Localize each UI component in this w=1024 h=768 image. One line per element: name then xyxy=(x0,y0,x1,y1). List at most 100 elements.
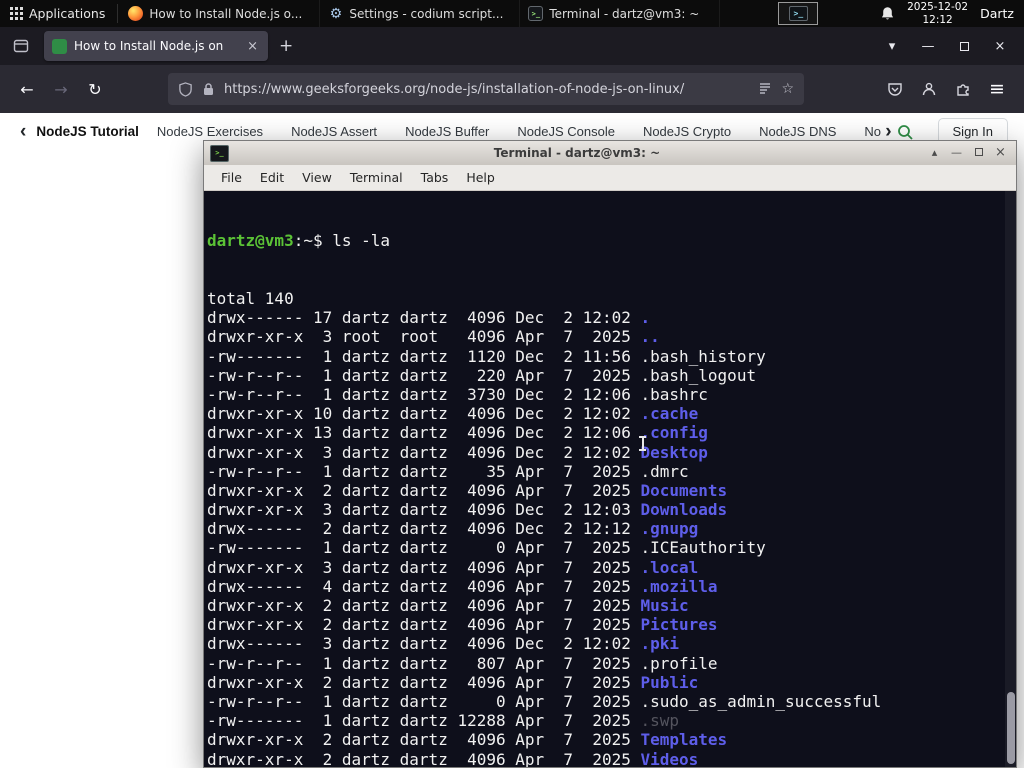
terminal-minimize-button[interactable]: — xyxy=(947,142,966,164)
url-bar[interactable]: https://www.geeksforgeeks.org/node-js/in… xyxy=(168,73,804,105)
site-nav-link[interactable]: NodeJS Exercises xyxy=(157,124,263,139)
list-all-tabs-chevron-icon[interactable]: ▾ xyxy=(874,27,910,65)
browser-tab-active[interactable]: How to Install Node.js on × xyxy=(44,31,268,61)
site-nav-link[interactable]: NodeJS Crypto xyxy=(643,124,731,139)
terminal-output-line: drwxr-xr-x 3 dartz dartz 4096 Dec 2 12:0… xyxy=(207,442,708,462)
window-button-title: Terminal - dartz@vm3: ~ xyxy=(549,6,700,21)
notification-bell-icon[interactable] xyxy=(880,6,895,21)
terminal-scrollbar[interactable] xyxy=(1005,191,1016,767)
terminal-output-line: drwx------ 3 dartz dartz 4096 Dec 2 12:0… xyxy=(207,634,680,654)
terminal-output-line: drwxr-xr-x 13 dartz dartz 4096 Dec 2 12:… xyxy=(207,423,708,443)
toolbar-right-icons: ≡ xyxy=(878,72,1014,106)
terminal-output: total 140 drwx------ 17 dartz dartz 4096 … xyxy=(207,289,1016,767)
site-nav-link[interactable]: NodeJS Assert xyxy=(291,124,377,139)
maximize-icon xyxy=(974,148,983,156)
browser-minimize-button[interactable]: — xyxy=(910,27,946,65)
mouse-text-cursor xyxy=(638,435,647,452)
tracking-protection-shield-icon[interactable] xyxy=(178,81,193,97)
file-name: .dmrc xyxy=(640,461,689,481)
prompt-user-host: dartz@vm3 xyxy=(207,231,294,251)
reader-mode-icon[interactable] xyxy=(758,82,772,96)
terminal-menu-help[interactable]: Help xyxy=(457,170,504,185)
firefox-view-button[interactable] xyxy=(6,31,36,61)
directory-name: .mozilla xyxy=(640,576,718,596)
terminal-output-line: drwxr-xr-x 2 dartz dartz 4096 Apr 7 2025… xyxy=(207,749,699,768)
terminal-output-line: drwxr-xr-x 10 dartz dartz 4096 Dec 2 12:… xyxy=(207,404,699,424)
firefox-icon xyxy=(128,6,144,21)
terminal-output-line: drwxr-xr-x 2 dartz dartz 4096 Apr 7 2025… xyxy=(207,615,718,635)
site-nav-link[interactable]: NodeJS Console xyxy=(517,124,615,139)
terminal-output-line: total 140 xyxy=(207,289,294,308)
forward-button[interactable]: → xyxy=(44,72,78,106)
terminal-scrollbar-thumb[interactable] xyxy=(1007,692,1015,764)
directory-name: Pictures xyxy=(640,615,718,635)
tab-close-icon[interactable]: × xyxy=(245,39,260,54)
directory-name: Music xyxy=(640,596,689,615)
directory-name: .. xyxy=(640,327,660,347)
panel-window-button[interactable]: >_ Terminal - dartz@vm3: ~ xyxy=(520,0,721,27)
panel-separator xyxy=(117,4,119,23)
tray-terminal-button[interactable]: >_ xyxy=(778,2,819,25)
account-icon[interactable] xyxy=(912,72,946,106)
search-icon[interactable] xyxy=(896,123,914,141)
terminal-screen[interactable]: dartz@vm3:~$ ls -la total 140 drwx------ … xyxy=(204,191,1016,767)
terminal-output-line: -rw-r--r-- 1 dartz dartz 807 Apr 7 2025 … xyxy=(207,653,718,673)
terminal-menubar: File Edit View Terminal Tabs Help xyxy=(204,165,1016,191)
terminal-output-line: drwx------ 4 dartz dartz 4096 Apr 7 2025… xyxy=(207,576,718,596)
browser-close-button[interactable]: × xyxy=(982,27,1018,65)
extensions-icon[interactable] xyxy=(946,72,980,106)
terminal-shade-button[interactable]: ▴ xyxy=(925,142,944,164)
terminal-output-line: drwxr-xr-x 3 root root 4096 Apr 7 2025 .… xyxy=(207,327,660,347)
directory-name: .pki xyxy=(640,634,680,654)
panel-window-button[interactable]: ⚙ Settings - codium script... xyxy=(320,0,521,27)
terminal-prompt-line: dartz@vm3:~$ ls -la xyxy=(207,231,1016,250)
applications-grid-icon xyxy=(10,7,23,20)
terminal-window-controls: ▴ — × xyxy=(925,142,1010,164)
url-text[interactable]: https://www.geeksforgeeks.org/node-js/in… xyxy=(224,82,749,97)
panel-status-area: 2025-12-02 12:12 Dartz xyxy=(870,0,1024,27)
terminal-titlebar[interactable]: >_ Terminal - dartz@vm3: ~ ▴ — × xyxy=(204,141,1016,165)
menu-hamburger-icon[interactable]: ≡ xyxy=(980,72,1014,106)
terminal-menu-tabs[interactable]: Tabs xyxy=(412,170,458,185)
file-name: .ICEauthority xyxy=(640,538,766,558)
terminal-menu-terminal[interactable]: Terminal xyxy=(341,170,412,185)
terminal-icon: >_ xyxy=(528,6,544,21)
new-tab-button[interactable]: + xyxy=(268,36,304,56)
site-nav-link[interactable]: NodeJS Buffer xyxy=(405,124,489,139)
directory-name: .cache xyxy=(640,404,699,424)
applications-menu-button[interactable]: Applications xyxy=(0,0,115,27)
user-menu[interactable]: Dartz xyxy=(980,6,1014,21)
panel-clock[interactable]: 2025-12-02 12:12 xyxy=(907,1,968,26)
terminal-maximize-button[interactable] xyxy=(969,142,988,164)
settings-icon: ⚙ xyxy=(329,5,343,22)
terminal-output-line: drwx------ 2 dartz dartz 4096 Dec 2 12:1… xyxy=(207,519,699,539)
site-nav-link[interactable]: Node xyxy=(864,124,881,139)
terminal-menu-edit[interactable]: Edit xyxy=(251,170,293,185)
back-button[interactable]: ← xyxy=(10,72,44,106)
site-nav-links: NodeJS Exercises NodeJS Assert NodeJS Buff… xyxy=(157,124,881,139)
file-name: .profile xyxy=(640,653,718,673)
window-button-list: How to Install Node.js o... ⚙ Settings - c… xyxy=(120,0,721,27)
prompt-command: ls -la xyxy=(332,231,391,251)
terminal-output-line: drwxr-xr-x 2 dartz dartz 4096 Apr 7 2025… xyxy=(207,480,728,500)
lock-icon[interactable] xyxy=(202,82,215,96)
terminal-menu-view[interactable]: View xyxy=(293,170,341,185)
terminal-output-line: -rw-r--r-- 1 dartz dartz 35 Apr 7 2025 .… xyxy=(207,461,689,481)
directory-name: Videos xyxy=(640,749,699,768)
terminal-title: Terminal - dartz@vm3: ~ xyxy=(493,146,661,160)
directory-name: .config xyxy=(640,423,708,443)
terminal-output-line: drwxr-xr-x 3 dartz dartz 4096 Dec 2 12:0… xyxy=(207,500,728,520)
pocket-icon[interactable] xyxy=(878,72,912,106)
site-nav-link[interactable]: NodeJS DNS xyxy=(759,124,836,139)
terminal-close-button[interactable]: × xyxy=(991,142,1010,164)
browser-maximize-button[interactable] xyxy=(946,27,982,65)
bookmark-star-icon[interactable]: ☆ xyxy=(781,81,794,97)
terminal-menu-file[interactable]: File xyxy=(212,170,251,185)
nav-scroll-right-icon[interactable]: › xyxy=(881,122,895,141)
site-nav-active-link[interactable]: NodeJS Tutorial xyxy=(36,124,139,139)
reload-button[interactable]: ↻ xyxy=(78,72,112,106)
nav-scroll-left-icon[interactable]: ‹ xyxy=(16,122,30,141)
prompt-path: :~$ xyxy=(293,231,333,251)
panel-window-button[interactable]: How to Install Node.js o... xyxy=(120,0,321,27)
tab-title: How to Install Node.js on xyxy=(74,39,224,53)
